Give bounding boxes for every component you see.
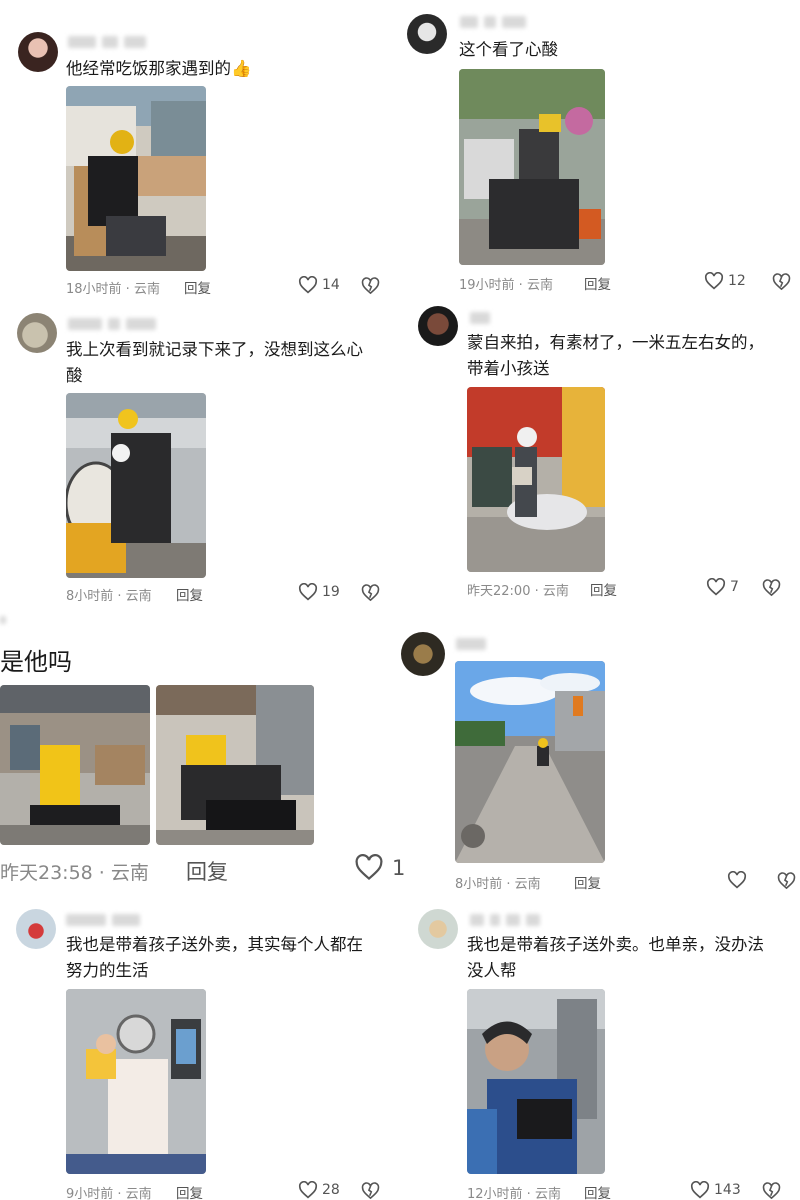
username-blurred[interactable]	[460, 16, 526, 28]
like-button[interactable]: 143	[690, 1181, 741, 1199]
like-count: 1	[392, 855, 406, 880]
reply-button[interactable]: 回复	[186, 856, 228, 886]
broken-heart-icon	[361, 1182, 380, 1200]
reply-button[interactable]: 回复	[176, 1182, 203, 1200]
comment-photo[interactable]	[66, 989, 206, 1174]
avatar[interactable]	[401, 632, 445, 676]
username-blurred[interactable]	[68, 36, 146, 48]
heart-outline-icon	[704, 272, 724, 290]
reply-button[interactable]: 回复	[590, 579, 617, 599]
reply-button[interactable]: 回复	[574, 872, 601, 892]
username-blurred[interactable]	[68, 318, 156, 330]
comment-text: 我也是带着孩子送外卖。也单亲，没办法没人帮	[467, 935, 764, 980]
comment-timestamp: 19小时前 · 云南	[459, 278, 553, 293]
comment-timestamp: 昨天23:58 · 云南	[0, 862, 149, 884]
comment-photo[interactable]	[66, 86, 206, 271]
like-count: 7	[730, 579, 739, 595]
like-button[interactable]: 14	[298, 276, 340, 294]
heart-outline-icon	[355, 854, 383, 881]
username-blurred[interactable]	[456, 638, 486, 650]
comment-timestamp: 昨天22:00 · 云南	[467, 584, 569, 599]
reply-button[interactable]: 回复	[584, 273, 611, 293]
like-count: 12	[728, 273, 746, 289]
comment-text: 这个看了心酸	[459, 40, 558, 59]
comment-text: 我也是带着孩子送外卖，其实每个人都在努力的生活	[66, 935, 363, 980]
like-button[interactable]: 12	[704, 272, 746, 290]
dislike-button[interactable]	[361, 1182, 380, 1200]
comment-timestamp: 9小时前 · 云南	[66, 1187, 152, 1200]
heart-outline-icon	[727, 871, 747, 889]
comment-photo[interactable]	[156, 685, 314, 845]
comment-text: 是他吗	[0, 648, 72, 676]
avatar[interactable]	[418, 306, 458, 346]
broken-heart-icon	[762, 1182, 781, 1200]
comment-timestamp: 12小时前 · 云南	[467, 1187, 561, 1200]
username-blurred[interactable]	[470, 914, 540, 926]
heart-outline-icon	[298, 1181, 318, 1199]
reply-button[interactable]: 回复	[584, 1182, 611, 1200]
like-button[interactable]: 7	[706, 578, 739, 596]
comment-timestamp: 8小时前 · 云南	[66, 589, 152, 604]
comment-timestamp: 8小时前 · 云南	[455, 877, 541, 892]
username-blurred[interactable]	[0, 616, 6, 624]
like-button[interactable]: 1	[354, 854, 405, 881]
dislike-button[interactable]	[772, 273, 791, 291]
dislike-button[interactable]	[762, 579, 781, 597]
comment-photo[interactable]	[66, 393, 206, 578]
like-count: 19	[322, 584, 340, 600]
broken-heart-icon	[777, 872, 796, 890]
comment-photo[interactable]	[0, 685, 150, 845]
comment-text: 我上次看到就记录下来了，没想到这么心酸	[66, 340, 363, 385]
like-button[interactable]	[727, 871, 751, 889]
like-button[interactable]: 28	[298, 1181, 340, 1199]
comment-photo[interactable]	[467, 387, 605, 572]
heart-outline-icon	[298, 276, 318, 294]
avatar[interactable]	[418, 909, 458, 949]
username-blurred[interactable]	[470, 312, 490, 324]
dislike-button[interactable]	[361, 277, 380, 295]
comment-timestamp: 18小时前 · 云南	[66, 282, 160, 297]
dislike-button[interactable]	[361, 584, 380, 602]
heart-outline-icon	[690, 1181, 710, 1199]
dislike-button[interactable]	[762, 1182, 781, 1200]
heart-outline-icon	[298, 583, 318, 601]
avatar[interactable]	[18, 32, 58, 72]
comment-photo[interactable]	[467, 989, 605, 1174]
broken-heart-icon	[361, 277, 380, 295]
avatar[interactable]	[407, 14, 447, 54]
dislike-button[interactable]	[777, 872, 796, 890]
heart-outline-icon	[706, 578, 726, 596]
broken-heart-icon	[361, 584, 380, 602]
broken-heart-icon	[772, 273, 791, 291]
like-button[interactable]: 19	[298, 583, 340, 601]
like-count: 28	[322, 1182, 340, 1198]
comment-text: 他经常吃饭那家遇到的👍	[66, 59, 252, 78]
reply-button[interactable]: 回复	[184, 277, 211, 297]
comment-photo[interactable]	[459, 69, 605, 265]
username-blurred[interactable]	[66, 914, 140, 926]
comment-text: 蒙自来拍，有素材了，一米五左右女的，带着小孩送	[467, 333, 764, 378]
comment-photo[interactable]	[455, 661, 605, 863]
avatar[interactable]	[17, 313, 57, 353]
like-count: 14	[322, 277, 340, 293]
avatar[interactable]	[16, 909, 56, 949]
like-count: 143	[714, 1182, 741, 1198]
reply-button[interactable]: 回复	[176, 584, 203, 604]
broken-heart-icon	[762, 579, 781, 597]
